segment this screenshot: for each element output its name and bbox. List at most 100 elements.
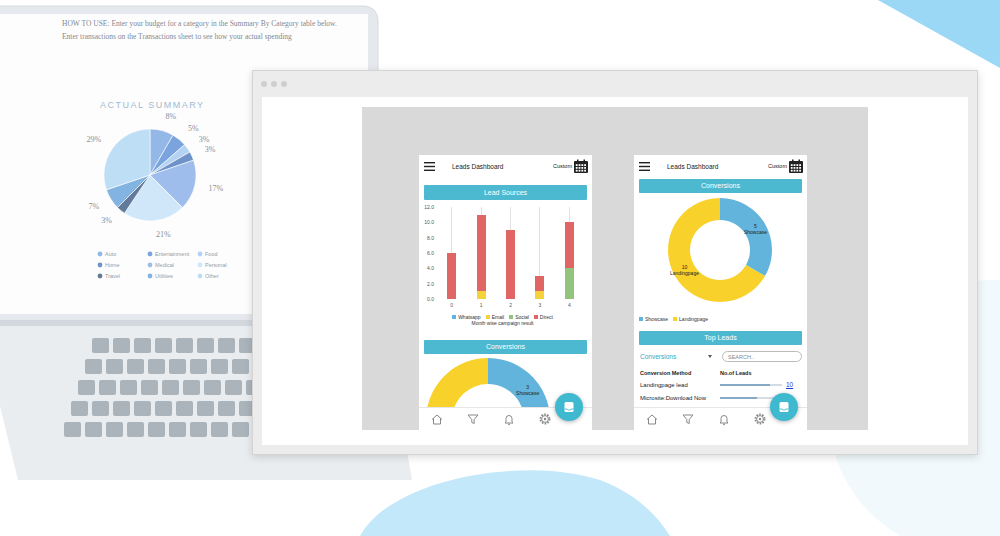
settings-gear-icon[interactable]: [753, 412, 767, 426]
legend-dot: [98, 263, 103, 268]
keyboard-key: [141, 380, 158, 395]
filter-icon[interactable]: [466, 412, 480, 426]
keyboard-key: [134, 401, 151, 416]
keyboard-key: [225, 380, 242, 395]
x-tick: 4: [555, 302, 584, 309]
lead-bar: [720, 384, 782, 386]
hamburger-menu-icon[interactable]: [639, 162, 650, 171]
legend-item[interactable]: Whatsapp: [452, 314, 481, 320]
keyboard-key: [113, 401, 130, 416]
floating-action-button[interactable]: [555, 393, 583, 421]
keyboard-key: [78, 380, 95, 395]
pie-label: 8%: [166, 112, 177, 121]
stacked-bar[interactable]: [477, 215, 486, 299]
bell-icon[interactable]: [717, 412, 731, 426]
column-header: Conversion Method: [634, 370, 720, 376]
legend-item[interactable]: Showcase: [639, 316, 668, 322]
y-tick: 12.0: [421, 204, 437, 210]
window-dot[interactable]: [281, 81, 287, 87]
keyboard-key: [176, 401, 193, 416]
home-icon[interactable]: [430, 412, 444, 426]
pie-slice: [104, 129, 150, 190]
hamburger-menu-icon[interactable]: [424, 162, 435, 171]
legend-label: Direct: [540, 314, 553, 320]
column-header: No.of Leads: [720, 370, 751, 376]
legend-label: Showcase: [645, 316, 668, 322]
search-placeholder: SEARCH..: [728, 354, 754, 360]
x-tick: 2: [496, 302, 525, 309]
pie-label: 3%: [205, 145, 216, 154]
legend-item[interactable]: Landingpage: [673, 316, 708, 322]
legend-dot: [198, 263, 203, 268]
legend-swatch: [452, 315, 456, 319]
keyboard-key: [92, 401, 109, 416]
date-range-picker[interactable]: Custom: [553, 159, 588, 173]
legend-item[interactable]: Direct: [534, 314, 553, 320]
keyboard-key: [120, 380, 137, 395]
calendar-icon[interactable]: [789, 159, 803, 173]
pie-label: 21%: [156, 230, 171, 239]
bar-segment: [535, 276, 544, 291]
legend-label: Whatsapp: [458, 314, 481, 320]
legend-item[interactable]: Social: [509, 314, 529, 320]
lead-sources-chart: 12.010.08.06.04.02.00.0 01234 Whatsapp E…: [419, 204, 592, 327]
stacked-bar[interactable]: [447, 253, 456, 299]
dropdown-value: Conversions: [640, 353, 676, 360]
stacked-bar[interactable]: [535, 276, 544, 299]
bar-group: [555, 207, 584, 299]
legend-label: Entertainment: [155, 251, 190, 257]
settings-gear-icon[interactable]: [538, 412, 552, 426]
keyboard-key: [92, 338, 109, 353]
stacked-bar[interactable]: [565, 222, 574, 299]
keyboard-key: [190, 422, 207, 437]
keyboard-key: [211, 422, 228, 437]
table-controls: Conversions SEARCH..: [634, 350, 807, 363]
plot-area: [437, 207, 584, 299]
legend-swatch: [486, 315, 490, 319]
keyboard-key: [162, 380, 179, 395]
donut-segment[interactable]: [720, 198, 772, 276]
legend-item[interactable]: Email: [486, 314, 505, 320]
date-range-label: Custom: [553, 163, 572, 169]
legend-dot: [198, 252, 203, 257]
bar-segment: [506, 230, 515, 299]
lead-bar-fill: [720, 384, 770, 386]
x-tick: 0: [437, 302, 466, 309]
keyboard-key: [106, 359, 123, 374]
legend-dot: [198, 274, 203, 279]
table-header: Conversion MethodNo.of Leads: [634, 368, 807, 378]
keyboard-key: [232, 422, 249, 437]
keyboard-key: [99, 380, 116, 395]
date-range-picker[interactable]: Custom: [768, 159, 803, 173]
lead-bar-fill: [720, 397, 757, 399]
home-icon[interactable]: [645, 412, 659, 426]
bar-segment: [477, 215, 486, 292]
table-row[interactable]: Landingpage lead 10: [634, 378, 807, 391]
legend-dot: [148, 274, 153, 279]
legend-label: Home: [105, 262, 120, 268]
caret-down-icon: [708, 355, 712, 358]
window-dot[interactable]: [261, 81, 267, 87]
window-dot[interactable]: [271, 81, 277, 87]
bell-icon[interactable]: [502, 412, 516, 426]
legend-label: Auto: [105, 251, 116, 257]
donut-segment[interactable]: [668, 198, 765, 302]
conversion-method: Landingpage lead: [634, 382, 720, 388]
screens-panel: Leads Dashboard Custom Lead Sources 12.0…: [362, 107, 868, 430]
donut-segment[interactable]: [488, 358, 550, 407]
screen-content: Leads Dashboard Custom Conversions 5Show…: [634, 155, 807, 407]
section-heading: Conversions: [639, 179, 802, 193]
donut-segment[interactable]: [426, 358, 547, 407]
filter-dropdown[interactable]: Conversions: [640, 353, 712, 360]
lead-count-link[interactable]: 10: [786, 381, 793, 388]
keyboard-key: [218, 338, 235, 353]
stacked-bar[interactable]: [506, 230, 515, 299]
keyboard-key: [211, 359, 228, 374]
bar-segment: [565, 268, 574, 299]
keyboard-key: [134, 338, 151, 353]
search-field[interactable]: SEARCH..: [722, 351, 802, 362]
floating-action-button[interactable]: [770, 393, 798, 421]
x-tick: 3: [525, 302, 554, 309]
calendar-icon[interactable]: [574, 159, 588, 173]
filter-icon[interactable]: [681, 412, 695, 426]
